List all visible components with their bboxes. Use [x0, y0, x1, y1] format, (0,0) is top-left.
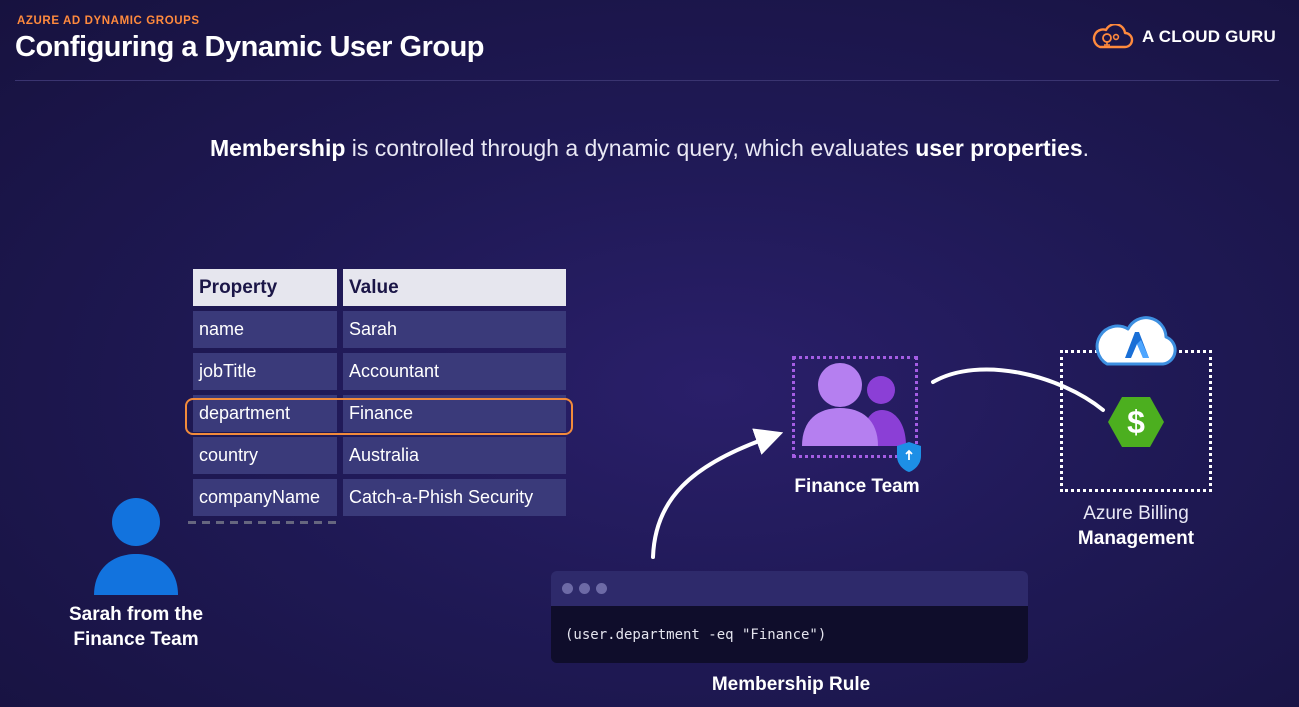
billing-label-line-1: Azure Billing: [1083, 503, 1189, 524]
svg-text:$: $: [1127, 404, 1145, 440]
window-dot: [562, 583, 573, 594]
billing-label: Azure Billing Management: [1036, 501, 1236, 551]
window-dot: [596, 583, 607, 594]
window-dot: [579, 583, 590, 594]
group-label: Finance Team: [794, 476, 920, 497]
azure-cloud-icon: [1095, 316, 1177, 366]
code-window-titlebar: [551, 571, 1028, 606]
membership-rule-label: Membership Rule: [711, 674, 871, 695]
shield-icon: [897, 442, 921, 472]
rule-to-group-arrow: [651, 428, 784, 559]
dollar-icon: $: [1108, 397, 1164, 447]
group-icon: [802, 363, 906, 446]
billing-label-line-2: Management: [1077, 528, 1195, 549]
membership-rule-code: (user.department -eq "Finance"): [551, 606, 1028, 663]
membership-rule-window: (user.department -eq "Finance"): [551, 571, 1028, 663]
